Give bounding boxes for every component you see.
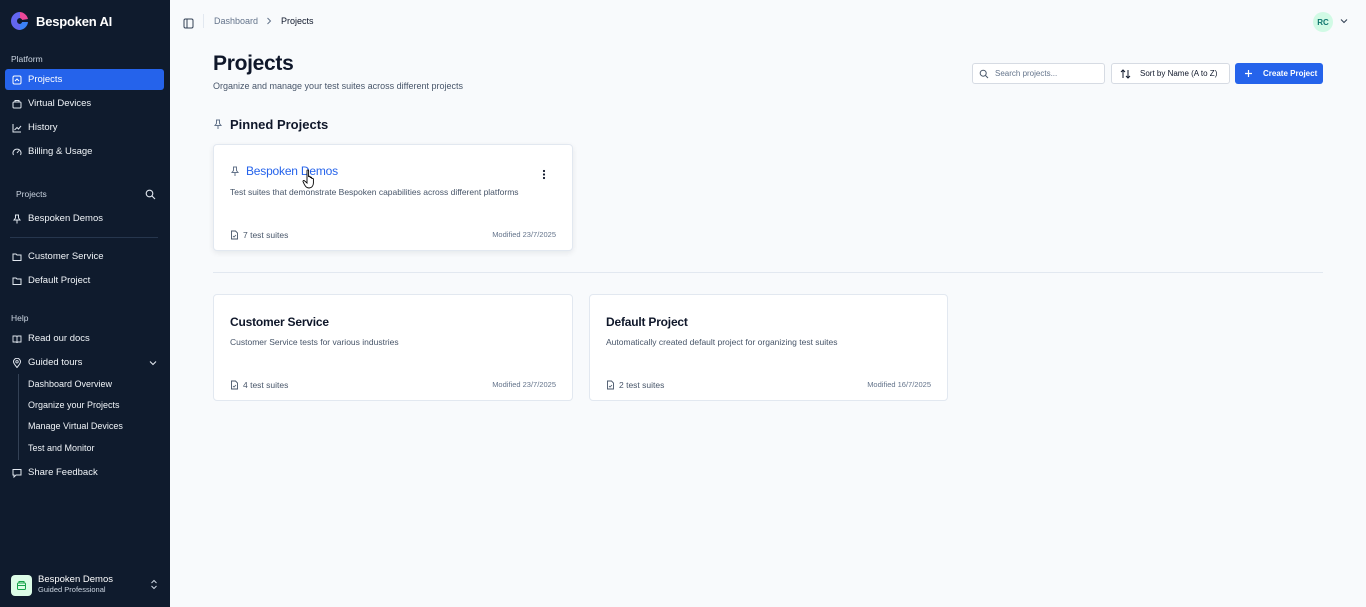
file-icon: [231, 380, 238, 390]
tour-dashboard-overview[interactable]: Dashboard Overview: [28, 379, 112, 389]
project-card-modified: Modified 23/7/2025: [492, 230, 556, 239]
sidebar-item-guided-tours[interactable]: Guided tours: [5, 352, 164, 373]
help-section-label: Help: [11, 313, 29, 323]
project-card-suites: 2 test suites: [606, 380, 664, 390]
pin-icon: [13, 214, 21, 223]
sort-label: Sort by Name (A to Z): [1140, 69, 1218, 78]
project-card-modified: Modified 16/7/2025: [867, 380, 931, 389]
chart-icon: [12, 123, 22, 132]
folder-icon: [12, 253, 22, 261]
tour-manage-virtual-devices[interactable]: Manage Virtual Devices: [28, 421, 123, 431]
tours-rail: [18, 374, 19, 460]
book-icon: [12, 335, 22, 343]
project-card-suites: 7 test suites: [230, 230, 288, 240]
account-switcher[interactable]: Bespoken Demos Guided Professional: [5, 570, 164, 600]
suite-count: 2 test suites: [619, 380, 665, 390]
account-avatar: [11, 574, 32, 596]
sidebar-item-bespoken-demos[interactable]: Bespoken Demos: [5, 208, 164, 229]
pin-icon: [214, 119, 222, 129]
sidebar-item-label: Virtual Devices: [28, 98, 92, 109]
project-card-title[interactable]: Default Project: [606, 315, 688, 329]
page-title: Projects: [213, 52, 294, 75]
gauge-icon: [12, 148, 22, 155]
sidebar-item-label: Billing & Usage: [28, 146, 93, 157]
sort-button[interactable]: Sort by Name (A to Z): [1111, 63, 1230, 84]
project-card-description: Automatically created default project fo…: [606, 337, 838, 347]
chevrons-up-down-icon: [151, 579, 157, 590]
sidebar-item-label: Share Feedback: [28, 467, 98, 478]
pinned-section-title: Pinned Projects: [230, 117, 329, 132]
sidebar-item-label: Guided tours: [28, 357, 83, 368]
project-card-description: Test suites that demonstrate Bespoken ca…: [230, 187, 519, 197]
project-card-bespoken-demos[interactable]: Bespoken Demos Test suites that demonstr…: [213, 144, 573, 251]
sidebar-item-label: Default Project: [28, 275, 91, 286]
platform-section-label: Platform: [11, 54, 43, 64]
tour-organize-projects[interactable]: Organize your Projects: [28, 400, 120, 410]
create-project-button[interactable]: Create Project: [1235, 63, 1323, 84]
suite-count: 7 test suites: [243, 230, 289, 240]
breadcrumb-dashboard[interactable]: Dashboard: [214, 16, 258, 26]
sidebar-item-default-project[interactable]: Default Project: [5, 270, 164, 291]
more-vertical-icon[interactable]: [542, 169, 546, 180]
sidebar-item-customer-service[interactable]: Customer Service: [5, 246, 164, 267]
sidebar-toggle-icon[interactable]: [183, 16, 194, 34]
tour-test-and-monitor[interactable]: Test and Monitor: [28, 443, 95, 453]
bespoken-logo-icon: [10, 11, 30, 31]
projects-icon: [12, 75, 22, 84]
project-card-suites: 4 test suites: [230, 380, 288, 390]
chevron-down-icon: [149, 361, 157, 366]
pin-icon[interactable]: [230, 166, 240, 177]
pinned-section-header: Pinned Projects: [213, 117, 328, 132]
sidebar-item-docs[interactable]: Read our docs: [5, 328, 164, 349]
sidebar-item-history[interactable]: History: [5, 117, 164, 138]
brand[interactable]: Bespoken AI: [10, 11, 112, 31]
project-card-description: Customer Service tests for various indus…: [230, 337, 399, 347]
sidebar-item-label: Projects: [28, 74, 63, 85]
account-name: Bespoken Demos: [38, 574, 113, 585]
sidebar-item-label: Read our docs: [28, 333, 90, 344]
account-plan: Guided Professional: [38, 585, 106, 594]
folder-icon: [12, 277, 22, 285]
file-icon: [607, 380, 614, 390]
project-card-title[interactable]: Bespoken Demos: [246, 164, 338, 178]
sidebar-item-share-feedback[interactable]: Share Feedback: [5, 462, 164, 483]
create-project-label: Create Project: [1263, 69, 1318, 78]
page-subtitle: Organize and manage your test suites acr…: [213, 81, 463, 91]
project-card-title[interactable]: Customer Service: [230, 315, 329, 329]
sidebar-divider: [10, 237, 158, 238]
section-divider: [213, 272, 1323, 273]
file-icon: [231, 230, 238, 240]
devices-icon: [12, 99, 22, 108]
sidebar-item-label: History: [28, 122, 58, 133]
sidebar-item-projects[interactable]: Projects: [5, 69, 164, 90]
brand-name: Bespoken AI: [36, 13, 113, 29]
topbar-separator: [203, 14, 204, 28]
search-icon[interactable]: [145, 187, 156, 205]
user-avatar[interactable]: RC: [1313, 12, 1333, 32]
search-icon: [979, 69, 989, 78]
chevron-right-icon: [267, 17, 272, 25]
sidebar-item-label: Customer Service: [28, 251, 104, 262]
map-pin-icon: [12, 357, 22, 368]
search-input[interactable]: [995, 69, 1100, 78]
project-card-default-project[interactable]: Default Project Automatically created de…: [589, 294, 948, 401]
box-icon: [17, 580, 26, 590]
sidebar: Bespoken AI Platform Projects Virtual De…: [0, 0, 170, 607]
breadcrumb-current: Projects: [281, 16, 314, 26]
suite-count: 4 test suites: [243, 380, 289, 390]
sidebar-item-label: Bespoken Demos: [28, 213, 103, 224]
projects-section-label: Projects: [16, 189, 47, 199]
message-icon: [12, 468, 22, 478]
chevron-down-icon[interactable]: [1340, 18, 1348, 24]
sidebar-item-virtual-devices[interactable]: Virtual Devices: [5, 93, 164, 114]
sidebar-item-billing[interactable]: Billing & Usage: [5, 141, 164, 162]
search-field[interactable]: [972, 63, 1105, 84]
sort-arrows-icon: [1120, 68, 1131, 79]
project-card-customer-service[interactable]: Customer Service Customer Service tests …: [213, 294, 573, 401]
project-card-modified: Modified 23/7/2025: [492, 380, 556, 389]
plus-icon: [1245, 70, 1252, 77]
